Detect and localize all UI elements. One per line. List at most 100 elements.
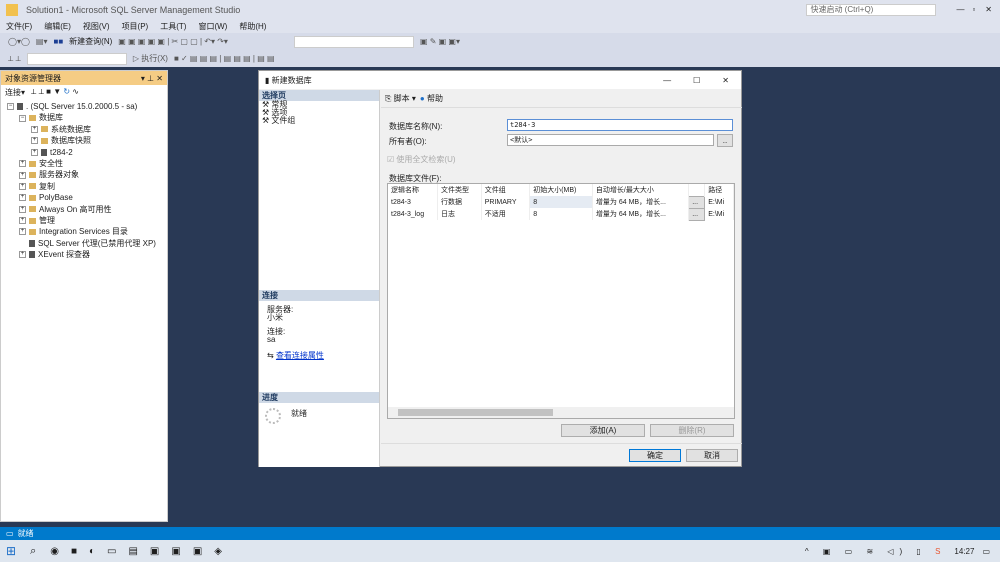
expand-icon[interactable]: − (19, 114, 26, 122)
menu-window[interactable]: 窗口(W) (198, 21, 227, 32)
notification-icon[interactable]: ▭ (982, 547, 990, 556)
tree-node[interactable]: + 管理 (1, 215, 167, 226)
clock[interactable]: 14:27 (954, 547, 974, 556)
column-header[interactable]: 逻辑名称 (388, 184, 438, 196)
table-cell[interactable]: 增量为 64 MB，增长... (592, 196, 690, 208)
add-button[interactable]: 添加(A) (561, 424, 645, 437)
menu-file[interactable]: 文件(F) (6, 21, 32, 32)
expand-icon[interactable]: + (31, 125, 38, 133)
taskbar-apps[interactable]: ◉■◐▭▤▣▣▣◈ (50, 546, 234, 557)
query-icons[interactable]: ▣ ▣ ▣ ▣ ▣ | ✂ ▢ ▢ | ↶▾ ↷▾ (118, 37, 228, 46)
owner-input[interactable]: <默认> (507, 134, 714, 146)
database-select[interactable] (26, 52, 127, 65)
script-button[interactable]: ⎘ 脚本 ▾ (385, 93, 416, 104)
restore-button[interactable]: ▫ (972, 5, 975, 14)
view-connection-properties-link[interactable]: 查看连接属性 (276, 351, 324, 360)
column-header[interactable] (688, 184, 706, 196)
menu-project[interactable]: 项目(P) (122, 21, 149, 32)
expand-icon[interactable]: + (31, 137, 38, 145)
tree-node[interactable]: − . (SQL Server 15.0.2000.5 - sa) (1, 101, 167, 112)
table-cell[interactable]: 8 (529, 208, 593, 220)
connect-button[interactable]: 连接▾ (5, 87, 25, 98)
table-cell[interactable]: t284-3_log (388, 208, 438, 220)
tools-icons[interactable]: ▣ ✎ ▣ ▣▾ (420, 37, 460, 46)
table-cell[interactable]: t284-3 (388, 196, 438, 208)
table-cell[interactable]: E:\Mi (704, 208, 734, 220)
column-header[interactable]: 初始大小(MB) (529, 184, 593, 196)
tree-node[interactable]: SQL Server 代理(已禁用代理 XP) (1, 238, 167, 249)
page-item[interactable]: ⚒ 文件组 (262, 117, 379, 125)
remove-button[interactable]: 删除(R) (650, 424, 734, 437)
expand-icon[interactable]: + (19, 217, 26, 225)
tree-node-label: 安全性 (39, 158, 63, 168)
expand-icon[interactable]: + (19, 194, 26, 202)
execute-button[interactable]: ▷ 执行(X) (133, 53, 168, 64)
expand-icon[interactable]: + (19, 182, 26, 190)
menu-help[interactable]: 帮助(H) (239, 21, 266, 32)
new-query-button[interactable]: 新建查询(N) (69, 36, 112, 47)
start-button[interactable]: ⊞ (6, 544, 16, 558)
tree-node[interactable]: + Always On 高可用性 (1, 204, 167, 215)
column-header[interactable]: 路径 (704, 184, 734, 196)
table-cell[interactable]: ... (688, 195, 706, 209)
table-cell[interactable]: PRIMARY (481, 196, 531, 208)
help-button[interactable]: ● 帮助 (420, 93, 443, 104)
tree-node[interactable]: + PolyBase (1, 192, 167, 203)
ok-button[interactable]: 确定 (629, 449, 681, 462)
column-header[interactable]: 文件组 (481, 184, 531, 196)
expand-icon[interactable]: + (19, 228, 26, 236)
back-icon[interactable]: ◯▾◯ (8, 37, 30, 46)
tree-node[interactable]: + Integration Services 目录 (1, 226, 167, 237)
tree-node[interactable]: + 服务器对象 (1, 169, 167, 180)
db-name-input[interactable]: t284-3 (507, 119, 733, 131)
dialog-toolbar: ⎘ 脚本 ▾ ● 帮助 (381, 90, 742, 108)
table-cell[interactable]: 日志 (437, 208, 482, 220)
cancel-button[interactable]: 取消 (686, 449, 738, 462)
expand-icon[interactable]: − (7, 103, 14, 111)
table-cell[interactable]: 增量为 64 MB，增长... (592, 208, 690, 220)
quick-launch-input[interactable]: 快速启动 (Ctrl+Q) (806, 3, 937, 16)
owner-browse-button[interactable]: .. (717, 134, 733, 147)
tree-node[interactable]: + 复制 (1, 181, 167, 192)
table-cell[interactable]: 不适用 (481, 208, 531, 220)
table-cell[interactable]: 行数据 (437, 196, 482, 208)
connect-icons[interactable]: ⟂ ⟂ (8, 54, 21, 64)
menu-tools[interactable]: 工具(T) (160, 21, 186, 32)
column-header[interactable]: 自动增长/最大大小 (592, 184, 690, 196)
table-cell[interactable]: ... (688, 207, 706, 221)
new-project-icon[interactable]: ▤▾ (36, 37, 48, 46)
oe-toolbar-icons[interactable]: ⟂ ⟂ ■ ▼ ↻ ∿ (31, 87, 79, 97)
expand-icon[interactable]: + (19, 205, 26, 213)
expand-icon[interactable]: + (19, 171, 26, 179)
dialog-maximize-button[interactable]: ☐ (693, 76, 700, 85)
table-row[interactable]: t284-3 行数据 PRIMARY 8 增量为 64 MB，增长...... E:\Mi (388, 195, 734, 209)
menu-view[interactable]: 视图(V) (83, 21, 110, 32)
tree-node[interactable]: + 数据库快照 (1, 135, 167, 146)
table-cell[interactable]: E:\Mi (704, 196, 734, 208)
column-header[interactable]: 文件类型 (437, 184, 482, 196)
search-icon[interactable]: ⌕ (30, 545, 36, 558)
tree-node[interactable]: + XEvent 探查器 (1, 249, 167, 260)
tree-node[interactable]: + t284-2 (1, 147, 167, 158)
minimize-button[interactable]: — (956, 5, 964, 14)
horizontal-scrollbar[interactable] (388, 407, 734, 418)
close-button[interactable]: ✕ (985, 5, 992, 14)
dialog-minimize-button[interactable]: — (663, 76, 671, 85)
system-tray-icons[interactable]: ^ ▣ ▭ ≋ ◁) ▯ S (805, 547, 946, 556)
save-icon[interactable]: ■■ (54, 37, 64, 46)
fulltext-checkbox[interactable]: ☑ 使用全文检索(U) (387, 154, 456, 165)
expand-icon[interactable]: + (19, 251, 26, 259)
tree-node[interactable]: + 安全性 (1, 158, 167, 169)
tree-node-label: Always On 高可用性 (39, 204, 112, 214)
expand-icon[interactable]: + (19, 160, 26, 168)
solution-config-select[interactable] (293, 35, 414, 48)
sql-icons[interactable]: ■ ✓ ▤ ▤ ▤ | ▤ ▤ ▤ | ▤ ▤ (174, 54, 275, 63)
expand-icon[interactable]: + (31, 148, 38, 156)
tree-node[interactable]: − 数据库 (1, 112, 167, 123)
table-cell[interactable]: 8 (529, 196, 593, 208)
table-row[interactable]: t284-3_log 日志 不适用 8 增量为 64 MB，增长...... E:\Mi (388, 207, 734, 221)
dialog-close-button[interactable]: ✕ (722, 76, 729, 85)
tree-node[interactable]: + 系统数据库 (1, 124, 167, 135)
menu-edit[interactable]: 编辑(E) (44, 21, 71, 32)
panel-controls[interactable]: ▾ ⊥ ✕ (141, 74, 163, 83)
